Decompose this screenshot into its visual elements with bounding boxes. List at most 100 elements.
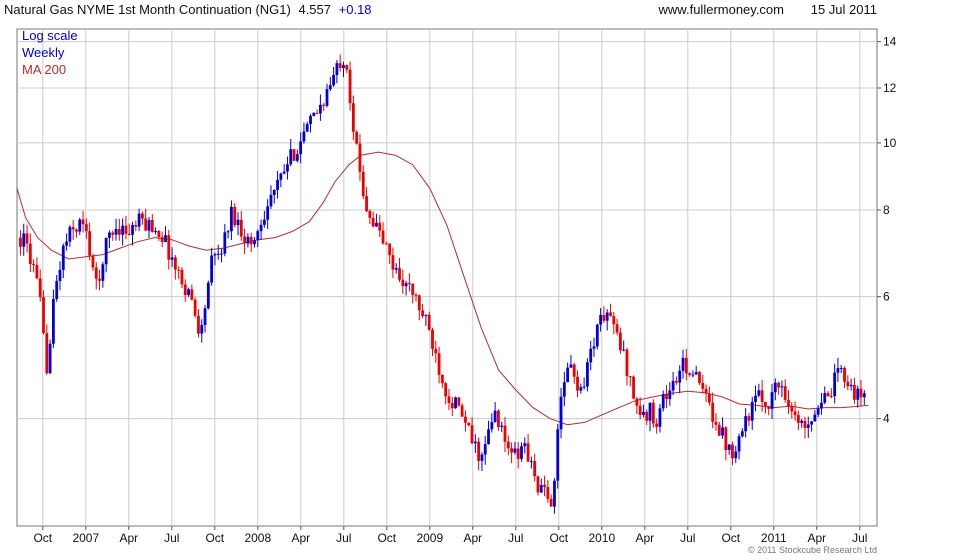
candle-up	[513, 448, 517, 453]
candle-down	[421, 310, 424, 316]
candle-down	[767, 406, 771, 409]
candle-up	[131, 225, 134, 235]
candle-down	[84, 224, 88, 232]
candle-down	[358, 143, 362, 172]
candle-up	[302, 131, 306, 142]
candle-up	[483, 444, 487, 455]
x-tick-label: Apr	[807, 531, 826, 545]
candle-down	[193, 299, 197, 316]
candle-up	[52, 298, 55, 344]
candle-up	[61, 245, 65, 270]
candle-down	[94, 267, 98, 279]
candle-down	[651, 402, 655, 424]
candle-down	[635, 398, 639, 406]
x-tick-label: Apr	[291, 531, 310, 545]
candle-down	[398, 268, 401, 280]
candle-down	[35, 264, 39, 279]
x-tick-label: Oct	[721, 531, 740, 545]
candle-up	[566, 367, 570, 383]
candle-down	[355, 131, 359, 144]
candle-up	[529, 461, 533, 463]
candle-up	[108, 232, 111, 238]
candle-down	[322, 104, 326, 106]
candle-up	[206, 282, 210, 309]
candle-down	[790, 406, 794, 412]
x-tick-label: Apr	[463, 531, 482, 545]
candle-down	[408, 283, 411, 285]
candle-up	[335, 63, 339, 76]
candle-up	[216, 253, 220, 255]
candle-down	[497, 410, 500, 427]
candle-down	[760, 390, 764, 402]
candle-up	[839, 367, 843, 369]
last-price: 4.557	[298, 2, 331, 17]
x-tick-label: Jul	[508, 531, 523, 545]
candle-down	[384, 243, 388, 245]
x-tick-label: Jul	[336, 531, 351, 545]
x-tick-label: 2007	[72, 531, 99, 545]
candle-up	[299, 141, 303, 155]
title-text: Natural Gas NYME 1st Month Continuation …	[4, 2, 291, 17]
candle-down	[401, 279, 405, 287]
candle-up	[553, 480, 556, 507]
candle-down	[628, 376, 632, 378]
candle-up	[286, 164, 289, 172]
candle-down	[665, 394, 668, 400]
legend-ma-200: MA 200	[22, 62, 66, 77]
candle-down	[803, 420, 807, 428]
candle-up	[493, 410, 497, 423]
candle-up	[754, 395, 757, 402]
candle-up	[681, 357, 685, 371]
y-tick-label: 10	[883, 136, 897, 150]
candle-down	[427, 314, 431, 330]
candle-up	[856, 388, 860, 400]
candle-up	[740, 431, 744, 437]
candle-up	[220, 253, 223, 255]
candle-up	[757, 390, 761, 396]
candle-down	[688, 373, 692, 375]
candle-down	[796, 415, 800, 423]
candle-down	[724, 427, 728, 450]
candle-down	[704, 388, 708, 394]
candle-up	[862, 393, 866, 398]
candle-up	[559, 396, 563, 430]
candle-down	[457, 397, 461, 406]
candle-up	[500, 425, 504, 427]
candle-up	[170, 257, 174, 260]
candle-up	[678, 370, 682, 383]
candle-up	[210, 255, 214, 283]
x-tick-label: Apr	[635, 531, 654, 545]
plot-area	[16, 28, 878, 527]
candle-down	[414, 294, 418, 296]
candle-down	[42, 297, 45, 334]
candle-up	[810, 421, 813, 425]
candle-up	[295, 154, 299, 161]
candle-down	[351, 103, 355, 132]
candle-up	[648, 402, 652, 421]
candle-up	[424, 314, 428, 316]
candle-up	[800, 420, 804, 423]
candle-down	[464, 416, 467, 423]
candle-down	[618, 332, 622, 351]
candle-down	[684, 357, 688, 374]
candle-down	[609, 312, 612, 316]
source-url[interactable]: www.fullermoney.com	[658, 2, 784, 17]
candle-up	[147, 220, 151, 231]
candle-down	[714, 421, 718, 425]
candle-down	[675, 380, 678, 383]
candle-down	[378, 222, 382, 231]
candle-down	[368, 211, 372, 218]
candle-down	[411, 283, 415, 295]
candle-down	[602, 314, 606, 321]
candle-down	[249, 236, 253, 245]
candle-down	[45, 333, 49, 374]
candle-down	[526, 443, 530, 462]
candle-up	[164, 235, 167, 243]
candle-down	[859, 388, 863, 398]
candle-down	[98, 278, 101, 281]
y-tick-label: 12	[883, 81, 897, 95]
candle-down	[338, 63, 342, 69]
candle-down	[417, 295, 421, 311]
candle-up	[55, 280, 59, 299]
candle-down	[391, 255, 395, 270]
